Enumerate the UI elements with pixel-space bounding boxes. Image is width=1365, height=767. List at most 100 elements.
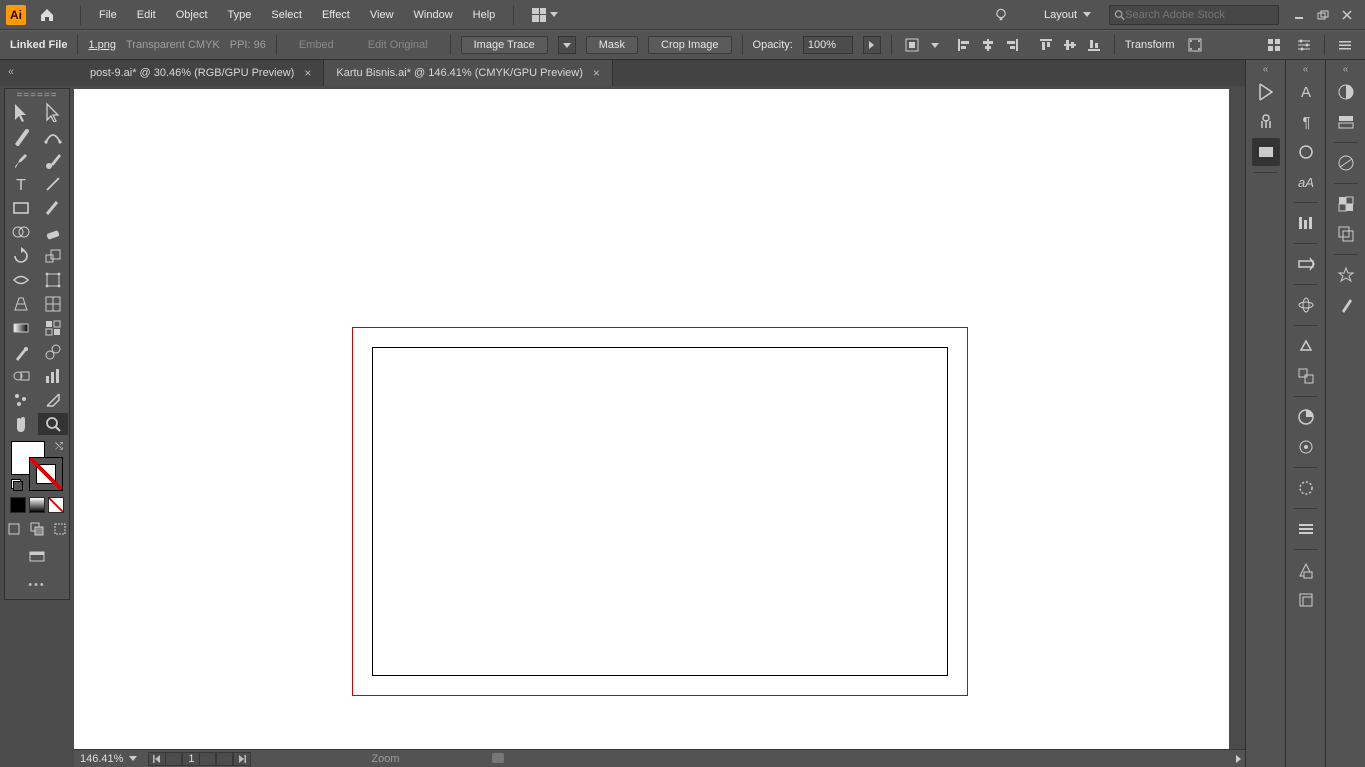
- menu-help[interactable]: Help: [463, 5, 506, 25]
- horizontal-scrollbar-thumb[interactable]: [492, 753, 504, 763]
- panel-layers-button[interactable]: [1292, 515, 1320, 543]
- default-fill-stroke-button[interactable]: [11, 479, 23, 491]
- swap-fill-stroke-button[interactable]: ⤭: [55, 441, 63, 452]
- menu-edit[interactable]: Edit: [127, 5, 166, 25]
- tool-eraser[interactable]: [38, 221, 68, 243]
- menu-file[interactable]: File: [89, 5, 127, 25]
- panel-stroke-panel-button[interactable]: [1292, 474, 1320, 502]
- preferences-button[interactable]: [1294, 35, 1314, 55]
- menu-select[interactable]: Select: [261, 5, 312, 25]
- tool-hand[interactable]: [6, 413, 36, 435]
- isolate-selected-button[interactable]: [902, 35, 922, 55]
- tool-perspective[interactable]: [6, 293, 36, 315]
- panel-collapse-button[interactable]: «: [1303, 64, 1309, 74]
- tool-rectangle[interactable]: [6, 197, 36, 219]
- tool-paintbrush[interactable]: [6, 149, 36, 171]
- opacity-input[interactable]: 100%: [803, 36, 853, 54]
- panel-play-button[interactable]: [1292, 291, 1320, 319]
- document-tab[interactable]: post-9.ai* @ 30.46% (RGB/GPU Preview) ×: [78, 60, 324, 86]
- home-button[interactable]: [36, 4, 58, 26]
- tool-mesh[interactable]: [38, 293, 68, 315]
- tab-close-button[interactable]: ×: [593, 66, 600, 80]
- tool-measure[interactable]: [38, 341, 68, 363]
- linked-filename[interactable]: 1.png: [88, 39, 116, 51]
- panel-properties-button[interactable]: [1252, 78, 1280, 106]
- tool-column-graph[interactable]: [38, 365, 68, 387]
- fill-stroke-control[interactable]: ⤭: [9, 441, 65, 491]
- window-close-button[interactable]: [1335, 6, 1359, 24]
- toolbar-collapse-button[interactable]: «: [8, 66, 14, 78]
- tool-type[interactable]: T: [6, 173, 36, 195]
- toolbar-handle[interactable]: ======: [5, 91, 69, 99]
- panel-gradient-panel-button[interactable]: [1332, 149, 1360, 177]
- tool-zoom[interactable]: [38, 413, 68, 435]
- panel-character-button[interactable]: A: [1292, 78, 1320, 106]
- gradient-mode-button[interactable]: [29, 497, 45, 513]
- panel-menu-button[interactable]: [1335, 35, 1355, 55]
- panel-appearance-button[interactable]: [1292, 403, 1320, 431]
- tool-eyedropper[interactable]: [6, 341, 36, 363]
- tool-line-segment[interactable]: [38, 173, 68, 195]
- tool-shape-builder[interactable]: [6, 221, 36, 243]
- transform-reference-button[interactable]: [1185, 35, 1205, 55]
- edit-toolbar-button[interactable]: •••: [28, 579, 46, 591]
- align-left-button[interactable]: [954, 35, 974, 55]
- tool-slice[interactable]: [38, 389, 68, 411]
- opacity-presets[interactable]: [863, 36, 881, 54]
- artboard-last-button[interactable]: [233, 752, 251, 766]
- tool-selection[interactable]: [6, 101, 36, 123]
- tool-blob-brush[interactable]: [38, 149, 68, 171]
- tool-symbol-sprayer[interactable]: [6, 389, 36, 411]
- artboard-prev-button[interactable]: [165, 752, 183, 766]
- edit-original-button[interactable]: Edit Original: [356, 37, 440, 53]
- align-bottom-button[interactable]: [1084, 35, 1104, 55]
- menu-effect[interactable]: Effect: [312, 5, 360, 25]
- snap-to-pixel-button[interactable]: [1264, 35, 1284, 55]
- tool-blend[interactable]: [6, 365, 36, 387]
- tool-width[interactable]: [6, 269, 36, 291]
- stroke-swatch[interactable]: [29, 457, 63, 491]
- color-mode-button[interactable]: [10, 497, 26, 513]
- panel-swatch-button[interactable]: [1252, 138, 1280, 166]
- panel-opentype-button[interactable]: aA: [1292, 168, 1320, 196]
- artboard-next-button[interactable]: [216, 752, 234, 766]
- menu-type[interactable]: Type: [218, 5, 262, 25]
- artboard-first-button[interactable]: [148, 752, 166, 766]
- panel-align-button[interactable]: [1292, 209, 1320, 237]
- menu-view[interactable]: View: [360, 5, 404, 25]
- panel-graphic-styles-button[interactable]: [1292, 433, 1320, 461]
- draw-behind-button[interactable]: [27, 519, 47, 539]
- adobe-stock-search[interactable]: [1109, 5, 1279, 25]
- embed-button[interactable]: Embed: [287, 37, 346, 53]
- panel-artboards-button[interactable]: [1292, 332, 1320, 360]
- tool-curvature[interactable]: [38, 125, 68, 147]
- tool-eyedropper-sample[interactable]: [38, 317, 68, 339]
- align-vcenter-button[interactable]: [1060, 35, 1080, 55]
- panel-asset-export-button[interactable]: [1292, 556, 1320, 584]
- artboard-number-input[interactable]: 1: [182, 752, 200, 766]
- panel-color-guide-button[interactable]: [1332, 108, 1360, 136]
- image-trace-presets[interactable]: [558, 36, 576, 54]
- panel-symbols-button[interactable]: [1332, 261, 1360, 289]
- draw-inside-button[interactable]: [50, 519, 70, 539]
- tool-direct-selection[interactable]: [38, 101, 68, 123]
- status-menu-button[interactable]: [1236, 755, 1241, 763]
- isolate-dropdown[interactable]: [926, 36, 944, 54]
- panel-libraries-button[interactable]: [1252, 108, 1280, 136]
- panel-glyphs-button[interactable]: ¶: [1292, 108, 1320, 136]
- menu-object[interactable]: Object: [166, 5, 218, 25]
- panel-pathfinder-button[interactable]: [1332, 220, 1360, 248]
- artboard-number-dropdown[interactable]: [199, 752, 217, 766]
- align-top-button[interactable]: [1036, 35, 1056, 55]
- transform-panel-toggle[interactable]: Transform: [1125, 39, 1175, 51]
- document-tab[interactable]: Kartu Bisnis.ai* @ 146.41% (CMYK/GPU Pre…: [324, 60, 613, 86]
- panel-artboard-tool-button[interactable]: [1292, 586, 1320, 614]
- tool-scale[interactable]: [38, 245, 68, 267]
- tool-rotate[interactable]: [6, 245, 36, 267]
- none-mode-button[interactable]: [48, 497, 64, 513]
- tab-close-button[interactable]: ×: [304, 66, 311, 80]
- tool-brush[interactable]: [38, 197, 68, 219]
- window-minimize-button[interactable]: [1287, 6, 1311, 24]
- tool-gradient[interactable]: [6, 317, 36, 339]
- panel-paragraph-button[interactable]: [1292, 138, 1320, 166]
